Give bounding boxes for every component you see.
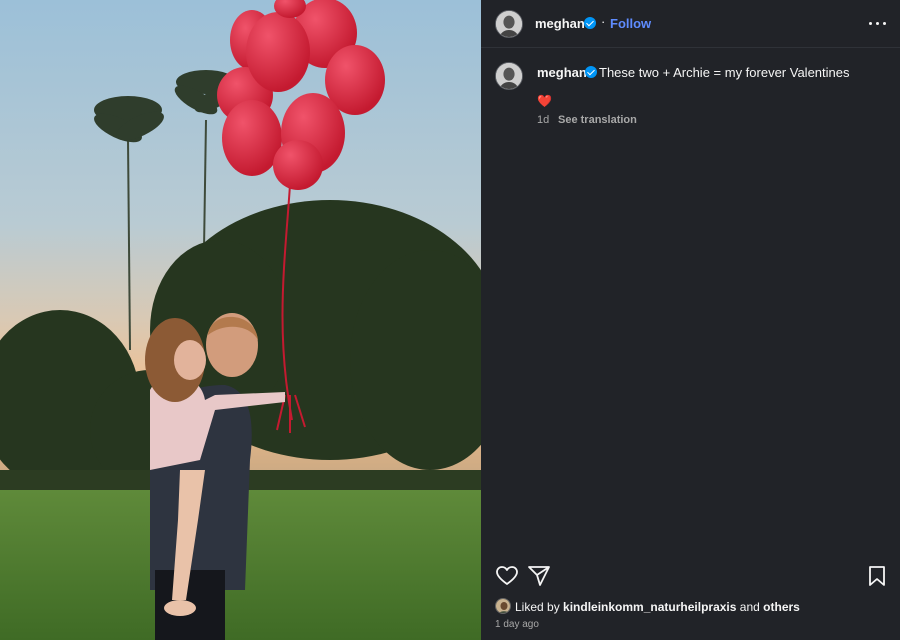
- caption-timestamp[interactable]: 1d: [537, 114, 549, 126]
- verified-badge-icon: [585, 66, 597, 78]
- more-options-icon[interactable]: [867, 12, 889, 34]
- action-bar: [481, 560, 900, 592]
- post-time-ago[interactable]: 1 day ago: [495, 619, 539, 630]
- caption-avatar-image: [496, 63, 522, 89]
- post-header: meghan · Follow: [481, 0, 900, 48]
- see-translation-button[interactable]: See translation: [558, 114, 637, 126]
- liked-by-and: and: [739, 600, 760, 614]
- likes-text: Liked by kindleinkomm_naturheilpraxis an…: [515, 600, 800, 614]
- separator-dot: ·: [601, 14, 606, 29]
- liker-avatar: [495, 598, 511, 614]
- liked-by-user[interactable]: kindleinkomm_naturheilpraxis: [563, 600, 736, 614]
- caption-text: These two + Archie = my forever Valentin…: [599, 65, 850, 80]
- send-icon[interactable]: [527, 564, 551, 588]
- liked-by-prefix: Liked by: [515, 600, 560, 614]
- post-username[interactable]: meghan: [535, 16, 585, 31]
- heart-icon[interactable]: [495, 564, 519, 588]
- caption-avatar[interactable]: [495, 62, 523, 90]
- bookmark-icon[interactable]: [865, 564, 889, 588]
- caption-heart-emoji: ❤️: [537, 94, 552, 108]
- post-photo[interactable]: [0, 0, 481, 640]
- avatar-image: [496, 11, 522, 37]
- caption-username[interactable]: meghan: [537, 65, 587, 80]
- avatar[interactable]: [495, 10, 523, 38]
- follow-button[interactable]: Follow: [610, 16, 651, 31]
- post-photo-image: [0, 0, 481, 640]
- liked-by-others[interactable]: others: [763, 600, 800, 614]
- verified-badge-icon: [584, 17, 596, 29]
- post-side-panel: meghan · Follow meghan These two + Archi…: [481, 0, 900, 640]
